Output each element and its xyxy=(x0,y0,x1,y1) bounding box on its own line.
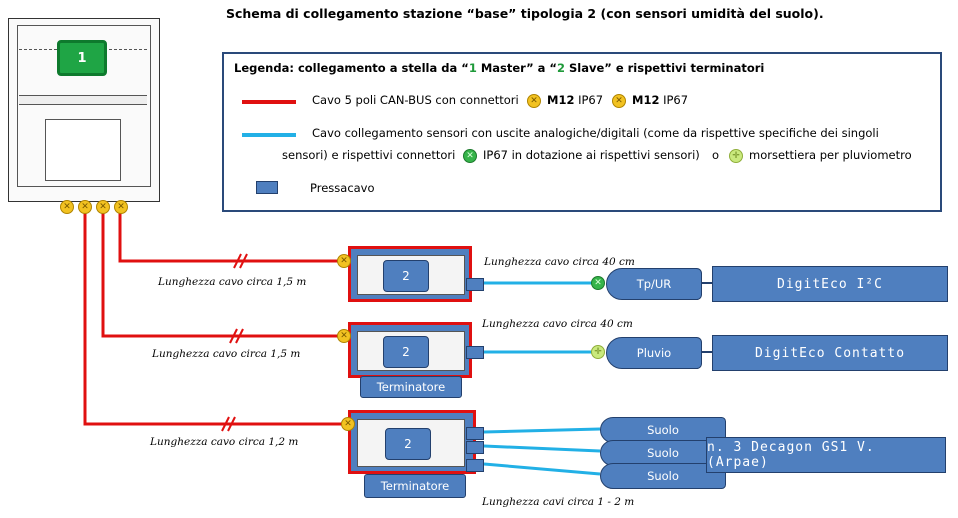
device-decagon-gs1: n. 3 Decagon GS1 V. (Arpae) xyxy=(706,437,946,473)
cable-length-1: Lunghezza cavo circa 1,5 m xyxy=(158,276,307,288)
slave-module-3: 2 xyxy=(348,410,476,474)
yellow-connector-icon: ✕ xyxy=(78,200,92,214)
yellow-connector-icon: ✕ xyxy=(612,94,626,108)
device-digiteco-contatto: DigitEco Contatto xyxy=(712,335,948,371)
yellow-connector-icon: ✕ xyxy=(337,329,351,343)
legend-can-text: Cavo 5 poli CAN-BUS con connettori xyxy=(312,93,519,107)
slave-label: 2 xyxy=(385,428,431,460)
slave-module-2: 2 xyxy=(348,322,472,378)
yellow-connector-icon: ✕ xyxy=(341,417,355,431)
pressacavo-icon xyxy=(466,278,484,291)
yellow-connector-icon: ✕ xyxy=(527,94,541,108)
terminator-3: Terminatore xyxy=(364,474,466,498)
sensor-cable-length-2: Lunghezza cavo circa 40 cm xyxy=(482,318,633,330)
legend-can-connector-1: M12 IP67 xyxy=(547,93,604,107)
cable-length-2: Lunghezza cavo circa 1,5 m xyxy=(152,348,301,360)
yellow-connector-icon: ✕ xyxy=(60,200,74,214)
sensor-cable-3b xyxy=(483,444,601,453)
slave-module-1: 2 xyxy=(348,246,472,302)
pressacavo-icon xyxy=(256,181,278,194)
pressacavo-icon xyxy=(466,427,484,440)
sensor-cable-3a xyxy=(483,427,601,434)
master-label: 1 xyxy=(57,40,107,76)
terminator-2: Terminatore xyxy=(360,376,462,398)
sensor-cable-length-1: Lunghezza cavo circa 40 cm xyxy=(484,256,635,268)
yellow-connector-icon: ✕ xyxy=(337,254,351,268)
pressacavo-icon xyxy=(466,441,484,454)
legend-sensor-text-4: morsettiera per pluviometro xyxy=(749,148,912,162)
cable-length-3: Lunghezza cavo circa 1,2 m xyxy=(150,436,299,448)
green-connector-icon: ✕ xyxy=(463,149,477,163)
legend-pressacavo-text: Pressacavo xyxy=(310,181,375,195)
device-digiteco-i2c: DigitEco I²C xyxy=(712,266,948,302)
light-green-connector-icon: ✛ xyxy=(729,149,743,163)
sensor-cable-length-3: Lunghezza cavi circa 1 - 2 m xyxy=(482,496,635,508)
sensor-pluvio: Pluvio xyxy=(606,337,702,369)
can-cable-3 xyxy=(83,210,345,426)
legend-sensor-text-or: o xyxy=(712,148,720,162)
legend-sensor-text-3: IP67 in dotazione ai rispettivi sensori) xyxy=(483,148,700,162)
yellow-connector-icon: ✕ xyxy=(96,200,110,214)
legend-can-line xyxy=(242,100,296,104)
legend-sensor-line xyxy=(242,133,296,137)
yellow-connector-icon: ✕ xyxy=(114,200,128,214)
light-green-connector-icon: ✛ xyxy=(591,345,605,359)
legend-title: Legenda: collegamento a stella da “1 Mas… xyxy=(234,61,765,75)
master-cabinet: 1 xyxy=(8,18,160,202)
legend-can-connector-2: M12 IP67 xyxy=(632,93,689,107)
pressacavo-icon xyxy=(466,346,484,359)
sensor-tpur: Tp/UR xyxy=(606,268,702,300)
green-connector-icon: ✕ xyxy=(591,276,605,290)
sensor-cable-3c xyxy=(483,462,601,476)
can-cable-2 xyxy=(101,210,345,338)
slave-label: 2 xyxy=(383,260,429,292)
slave-label: 2 xyxy=(383,336,429,368)
pressacavo-icon xyxy=(466,459,484,472)
can-cable-1 xyxy=(118,210,345,263)
legend-sensor-text-1: Cavo collegamento sensori con uscite ana… xyxy=(312,126,879,140)
legend-sensor-text-2: sensori) e rispettivi connettori xyxy=(282,148,456,162)
